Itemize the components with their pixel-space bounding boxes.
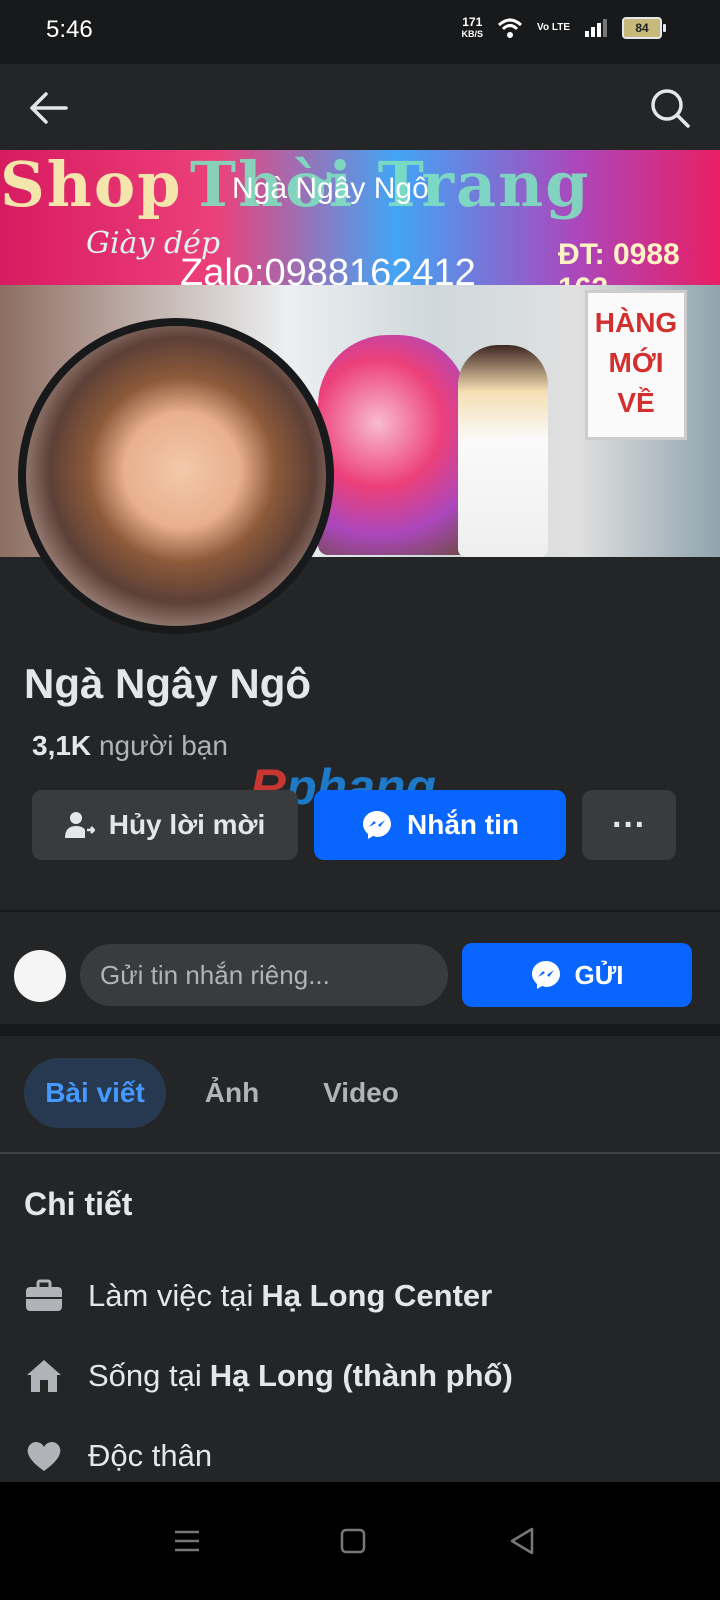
tab-posts[interactable]: Bài viết [24,1058,166,1128]
wifi-icon [498,18,523,38]
status-time: 5:46 [46,16,93,43]
profile-avatar[interactable] [18,318,334,634]
message-button[interactable]: Nhắn tin [314,790,566,860]
cancel-request-label: Hủy lời mời [108,809,266,840]
detail-work-value: Hạ Long Center [261,1278,493,1313]
cover-sign: HÀNG MỚI VỀ [585,290,687,440]
compose-row: GỬI [0,940,720,1020]
back-triangle-icon[interactable] [506,1524,540,1558]
detail-location-prefix: Sống tại [88,1358,202,1393]
network-speed: 171 KB/S [461,15,484,39]
divider [0,910,720,912]
top-nav [0,64,720,150]
battery-indicator: 84 [622,17,666,39]
system-nav-bar [0,1482,720,1600]
detail-location[interactable]: Sống tại Hạ Long (thành phố) [24,1354,513,1398]
cover-shop-text: Shop [0,150,183,221]
heart-icon [24,1436,64,1476]
detail-work[interactable]: Làm việc tại Hạ Long Center [24,1274,492,1318]
arrow-left-icon[interactable] [26,86,70,130]
message-label: Nhắn tin [407,809,519,840]
section-divider [0,1024,720,1036]
cover-flowers [318,335,468,555]
home-icon [24,1356,64,1396]
cover-name-text: Ngà Ngây Ngô [232,172,429,205]
home-button-icon[interactable] [336,1524,370,1558]
send-label: GỬI [574,959,624,990]
more-options-button[interactable]: ··· [582,790,676,860]
search-icon[interactable] [648,86,692,130]
volte-indicator: Vo LTE [537,22,570,33]
detail-work-prefix: Làm việc tại [88,1278,254,1313]
more-options-icon: ··· [612,805,646,844]
tabs-divider [0,1152,720,1154]
avatar-image [26,326,326,626]
detail-location-value: Hạ Long (thành phố) [209,1358,513,1393]
cancel-request-button[interactable]: Hủy lời mời [32,790,298,860]
friends-count-label: người bạn [98,730,228,761]
messenger-icon [363,811,391,839]
friends-count[interactable]: 3,1K người bạn [32,730,228,762]
tab-videos[interactable]: Video [306,1058,416,1128]
profile-tabs: Bài viết Ảnh Video [0,1058,720,1134]
profile-name: Ngà Ngây Ngô [24,660,312,707]
private-message-input[interactable] [80,944,448,1006]
status-icons: 171 KB/S Vo LTE 84 [461,15,666,40]
friends-count-number: 3,1K [32,730,92,761]
details-title: Chi tiết [24,1186,133,1222]
signal-icon [585,19,607,37]
messenger-icon [532,961,561,989]
status-bar: 5:46 171 KB/S Vo LTE 84 [0,0,720,64]
briefcase-icon [24,1276,64,1316]
tab-photos[interactable]: Ảnh [190,1058,274,1128]
send-button[interactable]: GỬI [462,943,692,1007]
person-cancel-icon [64,812,95,838]
detail-relationship[interactable]: Độc thân [24,1434,212,1478]
detail-relationship-label: Độc thân [88,1438,213,1473]
my-avatar [14,950,66,1002]
cover-person [458,345,548,557]
menu-icon[interactable] [170,1524,204,1558]
